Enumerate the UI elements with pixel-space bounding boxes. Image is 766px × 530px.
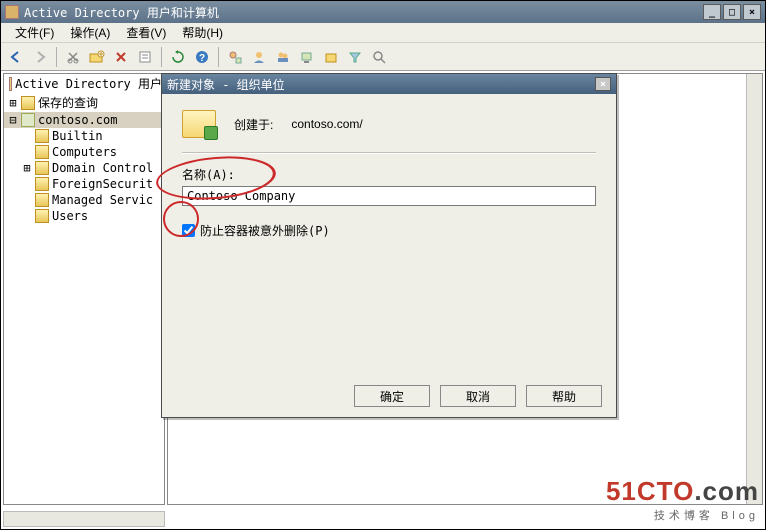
window-buttons: _ □ × [701, 4, 761, 20]
watermark: 51CTO.com 技术博客 Blog [606, 476, 759, 523]
aduc-root-icon [9, 77, 12, 91]
dialog-buttons: 确定 取消 帮助 [354, 385, 602, 407]
vertical-scrollbar[interactable] [746, 74, 762, 504]
help-icon[interactable]: ? [191, 46, 213, 68]
toolbar-separator [161, 47, 162, 67]
window-titlebar: Active Directory 用户和计算机 _ □ × [1, 1, 765, 23]
menu-help[interactable]: 帮助(H) [174, 22, 231, 43]
watermark-brand-prefix: 51CTO [606, 476, 694, 506]
svg-text:?: ? [199, 53, 205, 64]
domain-label: contoso.com [38, 113, 117, 127]
cut-icon[interactable] [62, 46, 84, 68]
users-label: Users [52, 209, 88, 223]
dialog-header-row: 创建于: contoso.com/ [182, 110, 596, 138]
watermark-tagline: 技术博客 Blog [606, 507, 759, 523]
app-icon [5, 5, 19, 19]
tree-users[interactable]: Users [4, 208, 164, 224]
folder-icon [35, 129, 49, 143]
menubar: 文件(F) 操作(A) 查看(V) 帮助(H) [1, 23, 765, 43]
properties-icon[interactable] [134, 46, 156, 68]
search-icon[interactable] [368, 46, 390, 68]
folder-icon [35, 145, 49, 159]
toolbar-separator [56, 47, 57, 67]
ou-icon[interactable] [320, 46, 342, 68]
close-button[interactable]: × [743, 4, 761, 20]
dialog-close-button[interactable]: × [595, 77, 611, 91]
saved-queries-label: 保存的查询 [38, 94, 98, 111]
toolbar-separator [218, 47, 219, 67]
maximize-button[interactable]: □ [723, 4, 741, 20]
tree-builtin[interactable]: Builtin [4, 128, 164, 144]
tree-domain-controllers[interactable]: ⊞ Domain Control [4, 160, 164, 176]
foreign-label: ForeignSecurit [52, 177, 153, 191]
folder-icon [35, 193, 49, 207]
name-label: 名称(A): [182, 166, 596, 183]
toolbar: ? [1, 43, 765, 71]
created-in-label: 创建于: [234, 116, 273, 133]
dialog-title: 新建对象 - 组织单位 [167, 76, 595, 93]
tree-domain[interactable]: ⊟ contoso.com [4, 112, 164, 128]
computer-add-icon[interactable] [296, 46, 318, 68]
group-icon[interactable] [272, 46, 294, 68]
user-icon[interactable] [248, 46, 270, 68]
watermark-brand-suffix: .com [694, 476, 759, 506]
tree-computers[interactable]: Computers [4, 144, 164, 160]
menu-view[interactable]: 查看(V) [118, 22, 174, 43]
delete-icon[interactable] [110, 46, 132, 68]
menu-action[interactable]: 操作(A) [62, 22, 118, 43]
protect-label: 防止容器被意外删除(P) [200, 222, 330, 239]
created-in-path: contoso.com/ [291, 117, 362, 131]
forward-button[interactable] [29, 46, 51, 68]
watermark-brand: 51CTO.com [606, 476, 759, 507]
refresh-icon[interactable] [167, 46, 189, 68]
protect-checkbox[interactable] [182, 224, 195, 237]
domainctrl-label: Domain Control [52, 161, 153, 175]
folder-icon [35, 161, 49, 175]
minimize-button[interactable]: _ [703, 4, 721, 20]
managed-label: Managed Servic [52, 193, 153, 207]
tree-root[interactable]: Active Directory 用户 [4, 74, 164, 93]
horizontal-scrollbar[interactable] [3, 511, 165, 527]
folder-icon [21, 96, 35, 110]
expand-icon[interactable]: ⊞ [22, 161, 32, 175]
tree-foreign[interactable]: ForeignSecurit [4, 176, 164, 192]
menu-file[interactable]: 文件(F) [7, 22, 62, 43]
find-user-icon[interactable] [224, 46, 246, 68]
back-button[interactable] [5, 46, 27, 68]
ou-folder-icon [182, 110, 216, 138]
ok-button[interactable]: 确定 [354, 385, 430, 407]
separator [182, 152, 596, 154]
tree-panel[interactable]: Active Directory 用户 ⊞ 保存的查询 ⊟ contoso.co… [3, 73, 165, 505]
cancel-button[interactable]: 取消 [440, 385, 516, 407]
tree-saved-queries[interactable]: ⊞ 保存的查询 [4, 93, 164, 112]
tree-managed[interactable]: Managed Servic [4, 192, 164, 208]
new-ou-dialog: 新建对象 - 组织单位 × 创建于: contoso.com/ 名称(A): 防… [161, 73, 617, 418]
help-button[interactable]: 帮助 [526, 385, 602, 407]
folder-icon [35, 177, 49, 191]
filter-icon[interactable] [344, 46, 366, 68]
expand-icon[interactable]: ⊞ [8, 96, 18, 110]
folder-icon [35, 209, 49, 223]
collapse-icon[interactable]: ⊟ [8, 113, 18, 127]
protect-checkbox-row[interactable]: 防止容器被意外删除(P) [182, 222, 596, 239]
domain-icon [21, 113, 35, 127]
computers-label: Computers [52, 145, 117, 159]
window-title: Active Directory 用户和计算机 [24, 4, 701, 21]
new-folder-icon[interactable] [86, 46, 108, 68]
tree-root-label: Active Directory 用户 [15, 75, 162, 92]
builtin-label: Builtin [52, 129, 103, 143]
name-input[interactable] [182, 186, 596, 206]
dialog-body: 创建于: contoso.com/ 名称(A): 防止容器被意外删除(P) [162, 94, 616, 251]
dialog-titlebar: 新建对象 - 组织单位 × [162, 74, 616, 94]
